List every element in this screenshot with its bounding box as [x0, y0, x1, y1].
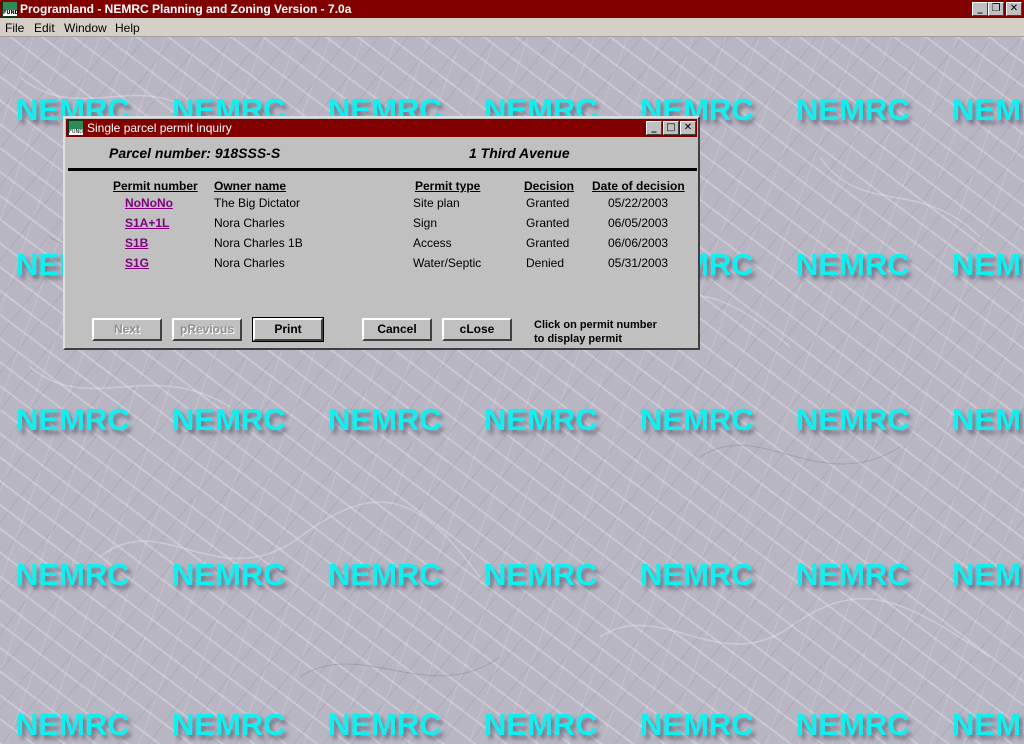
watermark-text: NEMRC — [952, 557, 1024, 592]
date-cell: 05/22/2003 — [608, 196, 669, 210]
watermark-text: NEMRC — [172, 402, 286, 437]
restore-button[interactable]: ❐ — [988, 2, 1004, 16]
permit-inquiry-window: Single parcel permit inquiry _ □ ✕ Parce… — [63, 116, 700, 350]
dialog-close-button[interactable]: ✕ — [680, 121, 696, 135]
parcel-number: Parcel number: 918SSS-S — [109, 145, 281, 161]
date-cell: 05/31/2003 — [608, 256, 669, 270]
col-decision: Decision — [524, 179, 575, 193]
watermark-text: NEMRC — [172, 557, 286, 592]
watermark-text: NEMRC — [640, 557, 754, 592]
decision-cell: Denied — [526, 256, 565, 270]
col-owner-name: Owner name — [214, 179, 287, 193]
dialog-maximize-button[interactable]: □ — [663, 121, 679, 135]
date-cell: 06/05/2003 — [608, 216, 669, 230]
print-button[interactable]: Print — [252, 317, 324, 342]
menu-edit[interactable]: Edit — [34, 21, 55, 35]
app-title: Programland - NEMRC Planning and Zoning … — [20, 2, 352, 16]
owner-cell: Nora Charles 1B — [214, 236, 303, 250]
header-separator — [68, 168, 697, 171]
decision-cell: Granted — [526, 196, 570, 210]
dialog-minimize-button[interactable]: _ — [646, 121, 662, 135]
menu-bar: File Edit Window Help — [0, 18, 1024, 37]
type-cell: Water/Septic — [413, 256, 482, 270]
menu-window[interactable]: Window — [64, 21, 107, 35]
watermark-text: NEMRC — [328, 557, 442, 592]
watermark-text: NEMRC — [796, 402, 910, 437]
watermark-text: NEMRC — [640, 402, 754, 437]
permit-link[interactable]: NoNoNo — [125, 196, 173, 210]
watermark-text: NEMRC — [952, 92, 1024, 127]
type-cell: Site plan — [413, 196, 460, 210]
watermark-text: NEMRC — [16, 707, 130, 742]
col-permit-type: Permit type — [415, 179, 481, 193]
watermark-text: NEMRC — [640, 707, 754, 742]
hint-line-2: to display permit — [534, 333, 623, 345]
hint-line-1: Click on permit number — [534, 319, 657, 331]
permit-hint-text: Click on permit number to display permit — [534, 318, 657, 346]
watermark-text: NEMRC — [952, 247, 1024, 282]
next-button[interactable]: Next — [92, 318, 162, 341]
decision-cell: Granted — [526, 216, 570, 230]
date-cell: 06/06/2003 — [608, 236, 669, 250]
parcel-address: 1 Third Avenue — [469, 145, 570, 161]
permit-link[interactable]: S1G — [125, 256, 149, 270]
watermark-text: NEMRC — [796, 557, 910, 592]
owner-cell: Nora Charles — [214, 256, 285, 270]
watermark-text: NEMRC — [16, 402, 130, 437]
application-window: Programland - NEMRC Planning and Zoning … — [0, 0, 1024, 744]
watermark-text: NEMRC — [796, 92, 910, 127]
menu-help[interactable]: Help — [115, 21, 140, 35]
type-cell: Access — [413, 236, 452, 250]
watermark-text: NEMRC — [796, 247, 910, 282]
minimize-button[interactable]: _ — [972, 2, 988, 16]
watermark-text: NEMRC — [484, 707, 598, 742]
watermark-text: NEMRC — [952, 707, 1024, 742]
decision-cell: Granted — [526, 236, 570, 250]
watermark-text: NEMRC — [952, 402, 1024, 437]
dialog-title-bar[interactable]: Single parcel permit inquiry _ □ ✕ — [66, 119, 697, 137]
close-button[interactable]: ✕ — [1006, 2, 1022, 16]
watermark-text: NEMRC — [796, 707, 910, 742]
watermark-text: NEMRC — [484, 402, 598, 437]
menu-file[interactable]: File — [5, 21, 24, 35]
owner-cell: Nora Charles — [214, 216, 285, 230]
app-icon[interactable] — [2, 1, 18, 17]
cancel-button[interactable]: Cancel — [362, 318, 432, 341]
col-permit-number: Permit number — [113, 179, 198, 193]
watermark-text: NEMRC — [328, 402, 442, 437]
col-date-of-decision: Date of decision — [592, 179, 685, 193]
watermark-text: NEMRC — [484, 557, 598, 592]
previous-button[interactable]: pRevious — [172, 318, 242, 341]
owner-cell: The Big Dictator — [214, 196, 301, 210]
dialog-title: Single parcel permit inquiry — [87, 121, 232, 135]
close-dialog-button[interactable]: cLose — [442, 318, 512, 341]
watermark-text: NEMRC — [172, 707, 286, 742]
permit-link[interactable]: S1B — [125, 236, 148, 250]
dialog-icon[interactable] — [68, 120, 84, 136]
type-cell: Sign — [413, 216, 438, 230]
permit-link[interactable]: S1A+1L — [125, 216, 169, 230]
main-title-bar[interactable]: Programland - NEMRC Planning and Zoning … — [0, 0, 1024, 18]
watermark-text: NEMRC — [328, 707, 442, 742]
watermark-text: NEMRC — [16, 557, 130, 592]
